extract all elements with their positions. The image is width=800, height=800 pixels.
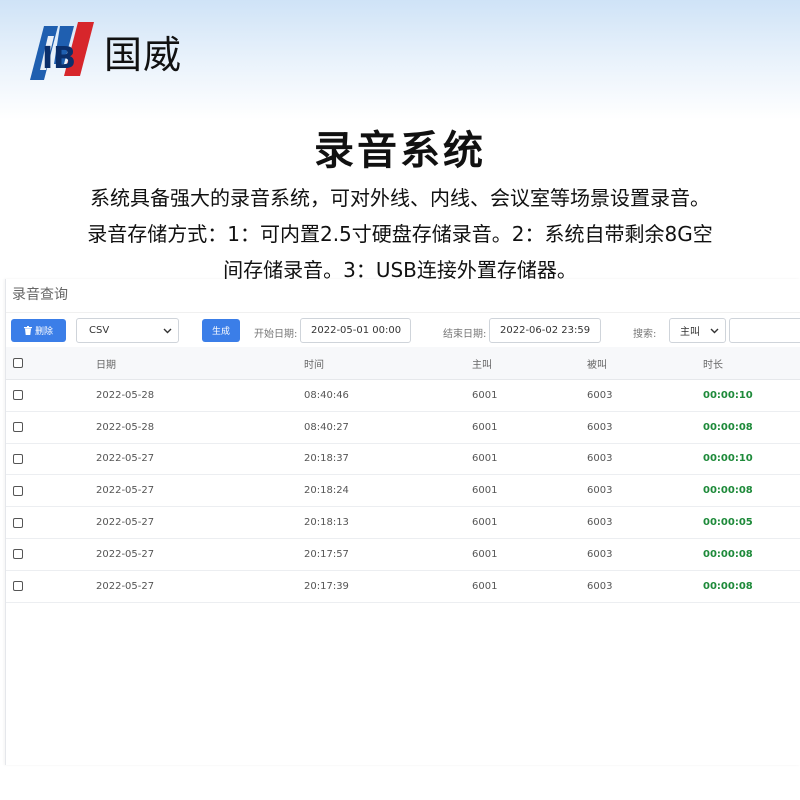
column-header-caller[interactable]: 主叫 xyxy=(472,347,492,379)
row-date: 2022-05-28 xyxy=(96,421,155,433)
logo-text: IB xyxy=(42,41,76,76)
row-duration: 00:00:08 xyxy=(703,548,753,560)
end-date-input[interactable]: 2022-06-02 23:59 xyxy=(489,318,601,343)
row-time: 20:17:39 xyxy=(304,580,349,592)
generate-button[interactable]: 生成 xyxy=(202,319,240,342)
table-header: 日期 时间 主叫 被叫 时长 xyxy=(6,347,800,380)
panel-title: 录音查询 xyxy=(12,287,68,303)
brand-name: 国威 xyxy=(104,32,183,77)
row-checkbox[interactable] xyxy=(13,485,23,496)
row-date: 2022-05-27 xyxy=(96,485,155,497)
column-header-date[interactable]: 日期 xyxy=(96,347,116,379)
row-time: 20:18:24 xyxy=(304,485,349,497)
row-date: 2022-05-27 xyxy=(96,548,155,560)
row-callee: 6003 xyxy=(587,453,613,465)
row-checkbox[interactable] xyxy=(13,390,23,401)
select-all-checkbox[interactable] xyxy=(13,358,23,368)
row-date: 2022-05-27 xyxy=(96,453,155,465)
row-callee: 6003 xyxy=(587,485,613,497)
row-checkbox[interactable] xyxy=(13,549,23,560)
toolbar: 删除 CSV 生成 开始日期: 2022-05-01 00:00 结束日期: 2… xyxy=(6,313,800,347)
row-caller: 6001 xyxy=(472,580,498,592)
start-date-value: 2022-05-01 00:00 xyxy=(311,325,402,336)
table-row[interactable]: 2022-05-27 20:17:57 6001 6003 00:00:08 xyxy=(6,539,800,571)
row-time: 08:40:46 xyxy=(304,389,349,401)
end-date-label: 结束日期: xyxy=(443,329,487,340)
row-duration: 00:00:05 xyxy=(703,517,753,529)
row-checkbox[interactable] xyxy=(13,422,23,433)
table-row[interactable]: 2022-05-27 20:18:13 6001 6003 00:00:05 xyxy=(6,507,800,539)
column-header-time[interactable]: 时间 xyxy=(304,347,324,379)
row-time: 20:17:57 xyxy=(304,548,349,560)
row-caller: 6001 xyxy=(472,548,498,560)
row-checkbox[interactable] xyxy=(13,453,23,464)
chevron-down-icon xyxy=(710,328,719,334)
row-duration: 00:00:10 xyxy=(703,389,753,401)
recordings-table: 日期 时间 主叫 被叫 时长 2022-05-28 08:40:46 6001 … xyxy=(6,347,800,603)
table-row[interactable]: 2022-05-28 08:40:46 6001 6003 00:00:10 xyxy=(6,380,800,412)
export-format-value: CSV xyxy=(89,325,110,336)
row-caller: 6001 xyxy=(472,485,498,497)
row-caller: 6001 xyxy=(472,453,498,465)
promo-line: 系统具备强大的录音系统，可对外线、内线、会议室等场景设置录音。 xyxy=(90,186,710,210)
end-date-value: 2022-06-02 23:59 xyxy=(500,325,591,336)
row-date: 2022-05-27 xyxy=(96,580,155,592)
table-row[interactable]: 2022-05-27 20:17:39 6001 6003 00:00:08 xyxy=(6,571,800,603)
row-callee: 6003 xyxy=(587,517,613,529)
row-duration: 00:00:08 xyxy=(703,485,753,497)
delete-button[interactable]: 删除 xyxy=(11,319,66,342)
trash-icon xyxy=(23,326,32,335)
brand-header: IB 国威 xyxy=(30,18,182,84)
start-date-input[interactable]: 2022-05-01 00:00 xyxy=(300,318,411,343)
table-row[interactable]: 2022-05-27 20:18:37 6001 6003 00:00:10 xyxy=(6,444,800,476)
search-field-select[interactable]: 主叫 xyxy=(669,318,726,343)
row-caller: 6001 xyxy=(472,517,498,529)
column-header-duration[interactable]: 时长 xyxy=(703,347,723,379)
export-format-select[interactable]: CSV xyxy=(76,318,179,343)
promo-line: 录音存储方式：1：可内置2.5寸硬盘存储录音。2：系统自带剩余8G空 xyxy=(87,222,713,246)
row-callee: 6003 xyxy=(587,548,613,560)
row-duration: 00:00:10 xyxy=(703,453,753,465)
row-caller: 6001 xyxy=(472,389,498,401)
row-callee: 6003 xyxy=(587,580,613,592)
start-date-label: 开始日期: xyxy=(254,329,298,340)
row-duration: 00:00:08 xyxy=(703,580,753,592)
promo-description: 系统具备强大的录音系统，可对外线、内线、会议室等场景设置录音。 录音存储方式：1… xyxy=(50,180,750,288)
row-time: 20:18:13 xyxy=(304,517,349,529)
column-header-callee[interactable]: 被叫 xyxy=(587,347,607,379)
row-checkbox[interactable] xyxy=(13,581,23,592)
chevron-down-icon xyxy=(163,328,172,334)
row-duration: 00:00:08 xyxy=(703,421,753,433)
row-date: 2022-05-28 xyxy=(96,389,155,401)
table-row[interactable]: 2022-05-27 20:18:24 6001 6003 00:00:08 xyxy=(6,475,800,508)
promo-title: 录音系统 xyxy=(314,128,486,174)
guowei-logo-icon: IB xyxy=(30,22,94,80)
search-input[interactable] xyxy=(729,318,800,343)
row-time: 20:18:37 xyxy=(304,453,349,465)
row-checkbox[interactable] xyxy=(13,517,23,528)
row-caller: 6001 xyxy=(472,421,498,433)
search-field-value: 主叫 xyxy=(680,327,700,338)
table-row[interactable]: 2022-05-28 08:40:27 6001 6003 00:00:08 xyxy=(6,412,800,444)
row-date: 2022-05-27 xyxy=(96,517,155,529)
row-time: 08:40:27 xyxy=(304,421,349,433)
delete-button-label: 删除 xyxy=(34,327,53,337)
row-callee: 6003 xyxy=(587,421,613,433)
panel-header xyxy=(6,279,800,313)
row-callee: 6003 xyxy=(587,389,613,401)
generate-button-label: 生成 xyxy=(211,327,230,337)
recording-query-panel: 录音查询 删除 CSV 生成 开始日期: 2022-05-01 00:00 结束… xyxy=(5,279,800,765)
search-label: 搜索: xyxy=(633,329,657,340)
